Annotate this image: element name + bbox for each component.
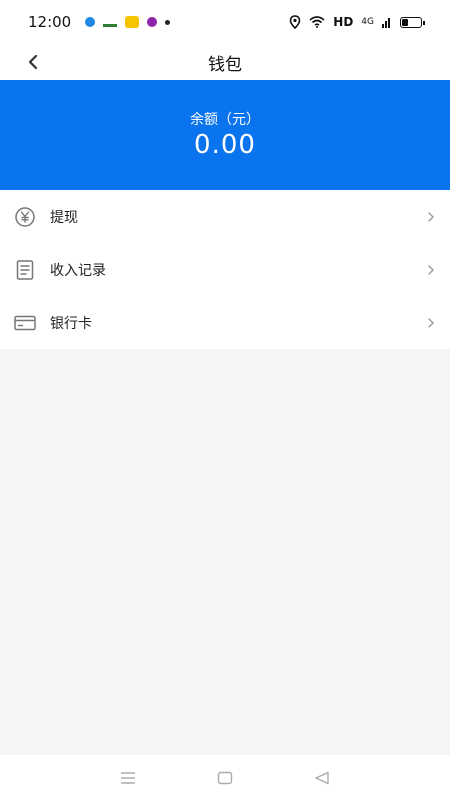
network-type-label: HD: [333, 15, 354, 29]
location-icon: [289, 15, 301, 29]
menu-item-label: 收入记录: [50, 262, 106, 279]
signal-bars-icon: [382, 18, 390, 28]
status-indicators: HD 4G: [289, 15, 425, 29]
chevron-right-icon: [428, 264, 434, 275]
app-notification-icon: [103, 17, 118, 27]
system-nav-bar: [0, 755, 450, 800]
menu-nav-button[interactable]: [108, 766, 148, 790]
chevron-right-icon: [428, 211, 434, 222]
chevron-right-icon: [428, 317, 434, 328]
signal-label: 4G: [361, 17, 374, 27]
status-bar: 12:00 HD 4G: [0, 0, 450, 44]
app-header: 钱包: [0, 44, 450, 80]
home-nav-button[interactable]: [205, 766, 245, 790]
balance-banner: 余额（元） 0.00: [0, 80, 450, 190]
menu-item-label: 提现: [50, 209, 78, 226]
triangle-back-icon: [314, 771, 329, 784]
menu-item-label: 银行卡: [50, 315, 92, 332]
hamburger-icon: [121, 771, 136, 784]
battery-icon: [400, 16, 425, 28]
more-notifications-icon: [165, 19, 171, 25]
notification-icons: [85, 16, 171, 28]
wifi-icon: [309, 16, 325, 28]
message-notification-icon: [125, 16, 140, 28]
menu-item-income-records[interactable]: 收入记录: [0, 243, 450, 296]
menu-item-bank-card[interactable]: 银行卡: [0, 296, 450, 349]
menu-item-withdraw[interactable]: 提现: [0, 190, 450, 243]
wallet-menu: 提现 收入记录 银行卡: [0, 190, 450, 349]
balance-label: 余额（元）: [190, 112, 260, 128]
page-title: 钱包: [208, 54, 242, 75]
back-nav-button[interactable]: [302, 766, 342, 790]
square-icon: [217, 771, 233, 784]
status-time: 12:00: [28, 13, 72, 31]
bank-card-icon: [14, 312, 36, 334]
document-icon: [14, 259, 36, 281]
balance-amount: 0.00: [194, 130, 256, 160]
app-notification-icon: [85, 17, 96, 27]
chevron-left-icon: [28, 54, 38, 70]
yuan-coin-icon: [14, 206, 36, 228]
back-button[interactable]: [20, 48, 46, 76]
battery-level: [402, 18, 408, 26]
app-notification-icon: [147, 17, 158, 27]
